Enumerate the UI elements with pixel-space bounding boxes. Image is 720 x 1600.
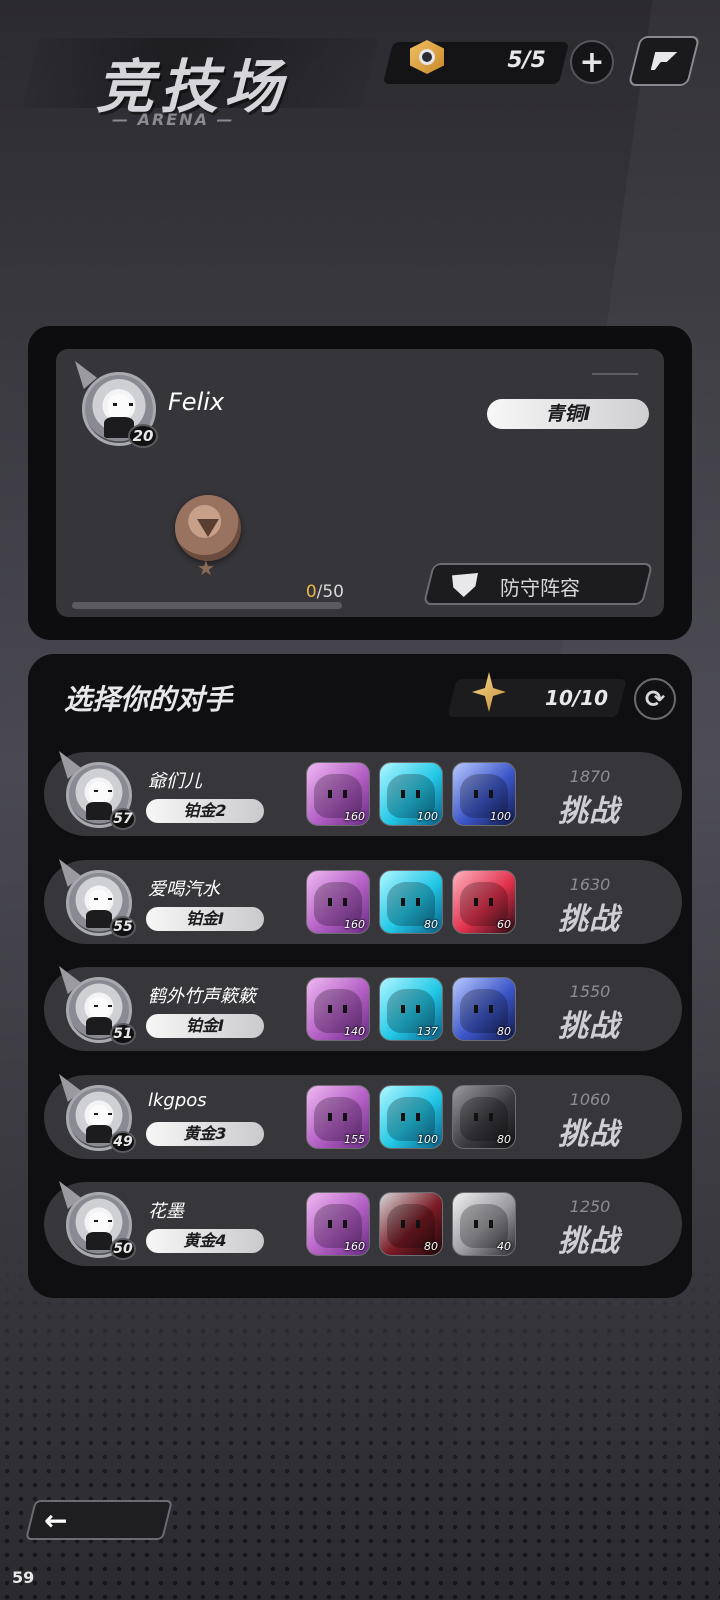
hero-portrait: 160	[306, 762, 370, 826]
challenge-button[interactable]: 挑战	[546, 1216, 632, 1260]
hero-level: 137	[417, 1025, 438, 1038]
opponent-rank-badge: 铂金I	[146, 1014, 264, 1038]
hero-level: 160	[344, 810, 365, 823]
defense-lineup-label: 防守阵容	[500, 576, 580, 600]
opponent-level-badge: 55	[110, 916, 136, 938]
hero-level: 80	[424, 918, 438, 931]
back-arrow-icon: ←	[44, 1504, 68, 1537]
opponent-name: lkgpos	[148, 1090, 207, 1111]
medal-star-icon: ★	[197, 556, 215, 580]
hero-level: 80	[497, 1133, 511, 1146]
rank-divider	[592, 373, 638, 375]
fps-counter: 59	[12, 1568, 35, 1587]
challenge-button[interactable]: 挑战	[546, 786, 632, 830]
challenge-button[interactable]: 挑战	[546, 1109, 632, 1153]
page-subtitle: — ARENA —	[112, 110, 235, 129]
hero-portrait: 100	[379, 1085, 443, 1149]
opponent-name: 花墨	[148, 1201, 184, 1222]
hero-level: 80	[424, 1240, 438, 1253]
hero-level: 155	[344, 1133, 365, 1146]
opponent-rank-badge: 铂金I	[146, 907, 264, 931]
opponent-level-badge: 50	[110, 1238, 136, 1260]
progress-current: 0	[305, 582, 317, 602]
hero-portrait: 80	[379, 1192, 443, 1256]
hero-portrait: 40	[452, 1192, 516, 1256]
opponent-name: 爺们儿	[148, 771, 202, 792]
opponent-rank-badge: 铂金2	[146, 799, 264, 823]
hero-portrait: 80	[452, 977, 516, 1041]
rank-medal-icon	[175, 495, 241, 561]
opponent-level-badge: 51	[110, 1023, 136, 1045]
ticket-count: 5/5	[507, 48, 546, 73]
hero-portrait: 160	[306, 870, 370, 934]
hero-portrait: 100	[452, 762, 516, 826]
rank-progress-label: 0/50	[296, 582, 344, 602]
hero-portrait: 140	[306, 977, 370, 1041]
opponent-score: 1250	[569, 1197, 611, 1216]
hero-portrait: 160	[306, 1192, 370, 1256]
hero-level: 160	[344, 918, 365, 931]
hero-portrait: 100	[379, 762, 443, 826]
hero-level: 160	[344, 1240, 365, 1253]
hero-level: 80	[497, 1025, 511, 1038]
share-button[interactable]	[627, 36, 701, 86]
hero-level: 60	[497, 918, 511, 931]
player-rank-badge: 青铜I	[487, 399, 649, 429]
hero-level: 100	[417, 1133, 438, 1146]
opponent-name: 爱喝汽水	[148, 879, 220, 900]
opponents-title: 选择你的对手	[64, 683, 233, 716]
hero-level: 100	[490, 810, 511, 823]
opponent-score: 1630	[569, 875, 611, 894]
hero-portrait: 80	[452, 1085, 516, 1149]
refresh-button[interactable]: ⟳	[634, 678, 676, 720]
page-title-banner: 竞技场 — ARENA —	[20, 34, 380, 134]
opponent-level-badge: 49	[110, 1131, 136, 1153]
opponent-score: 1060	[569, 1090, 611, 1109]
opponent-rank-badge: 黄金4	[146, 1229, 264, 1253]
player-level-badge: 20	[128, 424, 158, 448]
hero-portrait: 155	[306, 1085, 370, 1149]
progress-max: /50	[316, 582, 344, 602]
add-ticket-button[interactable]: +	[570, 40, 614, 84]
opponent-rank-badge: 黄金3	[146, 1122, 264, 1146]
challenge-button[interactable]: 挑战	[546, 894, 632, 938]
opponent-score: 1870	[569, 767, 611, 786]
opponent-level-badge: 57	[110, 808, 136, 830]
opponent-score: 1550	[569, 982, 611, 1001]
opponent-name: 鹤外竹声簌簌	[148, 986, 256, 1007]
hero-level: 140	[344, 1025, 365, 1038]
hero-level: 40	[497, 1240, 511, 1253]
hero-portrait: 80	[379, 870, 443, 934]
refresh-count: 10/10	[545, 686, 608, 710]
share-icon	[650, 52, 678, 70]
hero-level: 100	[417, 810, 438, 823]
player-name: Felix	[168, 388, 225, 416]
rank-progress-bar	[72, 602, 342, 609]
hero-portrait: 137	[379, 977, 443, 1041]
challenge-button[interactable]: 挑战	[546, 1001, 632, 1045]
hero-portrait: 60	[452, 870, 516, 934]
